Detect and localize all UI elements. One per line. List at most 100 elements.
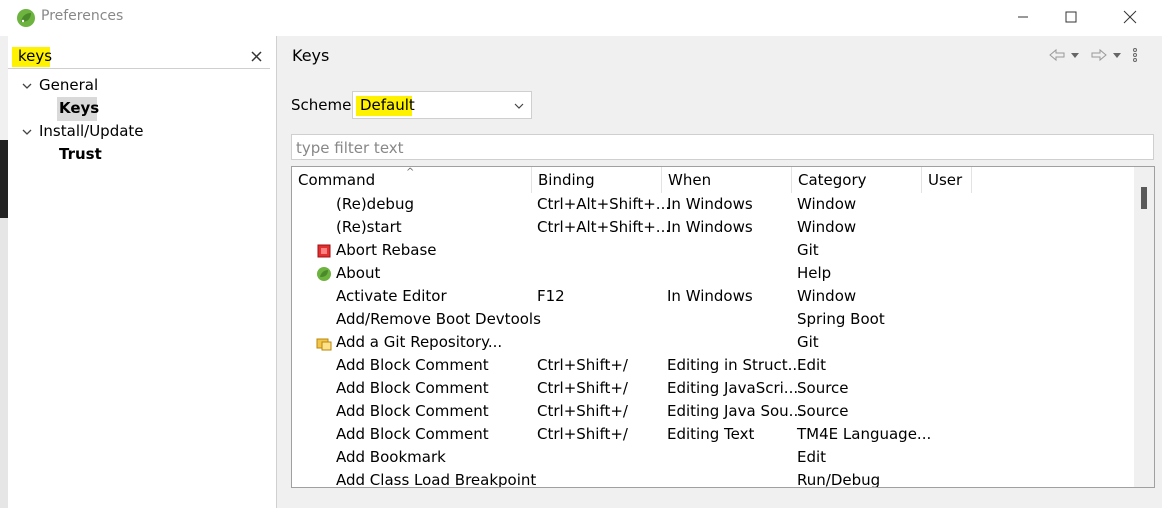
sort-ascending-icon: ^ (406, 167, 415, 178)
cell-command: About (336, 264, 381, 282)
clear-filter-button[interactable] (246, 46, 266, 66)
cell-binding: Ctrl+Alt+Shift+... (537, 195, 671, 213)
column-header-when[interactable]: When (662, 167, 792, 193)
cell-category: Window (797, 287, 857, 305)
column-header-user[interactable]: User (922, 167, 972, 193)
column-header-binding[interactable]: Binding (532, 167, 662, 193)
minimize-icon (1018, 16, 1028, 18)
cell-category: Edit (797, 356, 827, 374)
cell-command: Abort Rebase (336, 241, 437, 259)
table-row[interactable]: Add a Git Repository... Git (292, 331, 1134, 354)
cell-command: Add a Git Repository... (336, 333, 503, 351)
command-filter-input[interactable]: type filter text (291, 134, 1154, 160)
table-row[interactable]: Add Block Comment Ctrl+Shift+/ Editing Jav… (292, 377, 1134, 400)
cell-category: Spring Boot (797, 310, 885, 328)
spring-leaf-icon (316, 266, 332, 282)
table-row[interactable]: About Help (292, 262, 1134, 285)
cell-binding: Ctrl+Shift+/ (537, 402, 628, 420)
page-navigation (1048, 45, 1140, 65)
cell-category: Window (797, 218, 857, 236)
cell-command: Add Block Comment (336, 379, 489, 397)
cell-binding: Ctrl+Shift+/ (537, 379, 628, 397)
cell-category: Window (797, 195, 857, 213)
forward-arrow-icon[interactable] (1090, 47, 1108, 63)
cell-command: (Re)debug (336, 195, 414, 213)
scheme-label: Scheme: (291, 96, 357, 114)
cell-when: In Windows (667, 218, 753, 236)
tree-item-general[interactable]: General (39, 76, 98, 94)
cell-when: Editing JavaScri... (667, 379, 799, 397)
background-window-edge (0, 218, 8, 508)
cell-command: (Re)start (336, 218, 402, 236)
background-window-edge (0, 140, 8, 218)
close-button[interactable] (1105, 0, 1155, 34)
cell-category: TM4E Language... (797, 425, 932, 443)
scheme-dropdown[interactable]: Default (352, 91, 532, 119)
cell-when: Editing Java Sou... (667, 402, 803, 420)
table-row[interactable]: Add Bookmark Edit (292, 446, 1134, 469)
close-icon (250, 50, 262, 62)
cell-command: Add Block Comment (336, 356, 489, 374)
more-menu-icon[interactable] (1130, 47, 1140, 63)
filter-placeholder: type filter text (296, 139, 404, 157)
cell-command: Activate Editor (336, 287, 447, 305)
cell-category: Git (797, 333, 819, 351)
git-repository-icon (316, 335, 332, 351)
chevron-down-icon[interactable] (1111, 49, 1123, 61)
table-row[interactable]: Add Class Load Breakpoint Run/Debug (292, 469, 1134, 488)
cell-when: In Windows (667, 287, 753, 305)
cell-category: Edit (797, 448, 827, 466)
page-title: Keys (292, 46, 330, 65)
window-title: Preferences (41, 8, 124, 24)
vertical-scrollbar[interactable] (1134, 167, 1154, 487)
tree-item-install-update[interactable]: Install/Update (39, 122, 144, 140)
cell-binding: F12 (537, 287, 565, 305)
cell-command: Add Class Load Breakpoint (336, 471, 537, 488)
cell-command: Add/Remove Boot Devtools (336, 310, 541, 328)
chevron-down-icon[interactable] (20, 125, 34, 139)
preference-tree-pane: keys General Keys Install/Update Trust (8, 36, 277, 508)
chevron-down-icon[interactable] (20, 79, 34, 93)
column-header-command[interactable]: ^ Command (292, 167, 532, 193)
spring-leaf-icon (17, 9, 35, 27)
table-row[interactable]: (Re)debug Ctrl+Alt+Shift+... In Windows Win… (292, 193, 1134, 216)
minimize-button[interactable] (998, 0, 1048, 34)
title-bar: Preferences (0, 0, 1162, 36)
table-row[interactable]: Add/Remove Boot Devtools Spring Boot (292, 308, 1134, 331)
close-icon (1123, 10, 1137, 24)
cell-category: Run/Debug (797, 471, 881, 488)
tree-filter-value: keys (18, 47, 53, 65)
table-row[interactable]: (Re)start Ctrl+Alt+Shift+... In Windows Win… (292, 216, 1134, 239)
cell-binding: Ctrl+Shift+/ (537, 425, 628, 443)
column-header-category[interactable]: Category (792, 167, 922, 193)
maximize-icon (1065, 11, 1077, 23)
preference-page: Keys Scheme: Default type filter text ^ … (278, 36, 1162, 508)
back-arrow-icon[interactable] (1048, 47, 1066, 63)
cell-category: Source (797, 402, 849, 420)
scheme-value: Default (360, 96, 415, 114)
scroll-thumb[interactable] (1141, 187, 1147, 209)
cell-when: Editing in Struct... (667, 356, 802, 374)
cell-command: Add Block Comment (336, 425, 489, 443)
table-body: (Re)debug Ctrl+Alt+Shift+... In Windows Win… (292, 193, 1134, 488)
cell-category: Git (797, 241, 819, 259)
table-row[interactable]: Add Block Comment Ctrl+Shift+/ Editing Jav… (292, 400, 1134, 423)
table-header: ^ Command Binding When Category User (292, 167, 1134, 193)
cell-command: Add Block Comment (336, 402, 489, 420)
keys-table: ^ Command Binding When Category User (Re… (291, 166, 1155, 488)
tree-item-keys[interactable]: Keys (59, 99, 99, 117)
chevron-down-icon (514, 103, 524, 109)
tree-item-trust[interactable]: Trust (59, 145, 102, 163)
table-row[interactable]: Abort Rebase Git (292, 239, 1134, 262)
page-header: Keys (278, 36, 1162, 76)
maximize-button[interactable] (1046, 0, 1096, 34)
cell-binding: Ctrl+Shift+/ (537, 356, 628, 374)
table-row[interactable]: Add Block Comment Ctrl+Shift+/ Editing Tex… (292, 423, 1134, 446)
stop-icon (316, 243, 332, 259)
chevron-down-icon[interactable] (1069, 49, 1081, 61)
cell-when: Editing Text (667, 425, 755, 443)
table-row[interactable]: Activate Editor F12 In Windows Window (292, 285, 1134, 308)
table-row[interactable]: Add Block Comment Ctrl+Shift+/ Editing in … (292, 354, 1134, 377)
cell-when: In Windows (667, 195, 753, 213)
tree-filter-field[interactable]: keys (8, 43, 270, 69)
